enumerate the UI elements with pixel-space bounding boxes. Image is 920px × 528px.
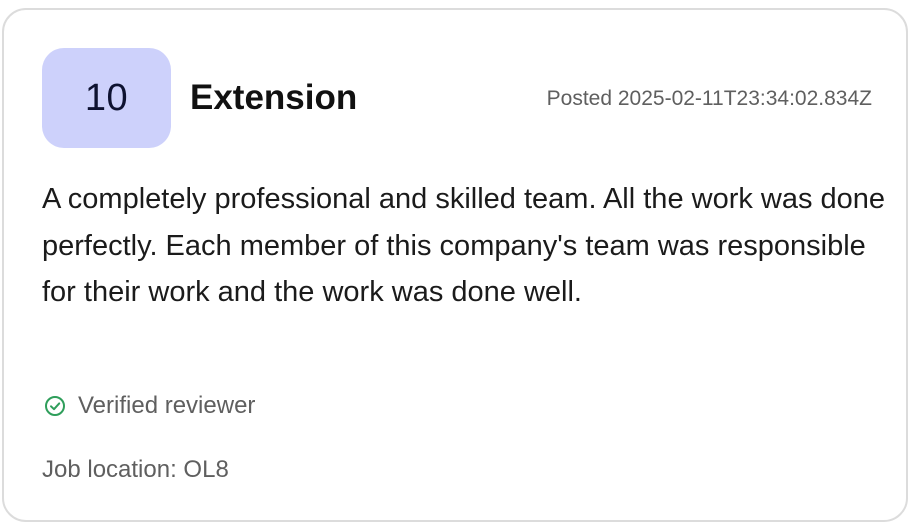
review-card: 10 Extension Posted 2025-02-11T23:34:02.… xyxy=(2,8,908,522)
score-badge: 10 xyxy=(42,48,171,148)
verified-reviewer: Verified reviewer xyxy=(44,390,255,422)
verified-label: Verified reviewer xyxy=(78,392,256,419)
posted-date: Posted 2025-02-11T23:34:02.834Z xyxy=(546,87,872,110)
job-location: Job location: OL8 xyxy=(42,456,229,483)
job-title: Extension xyxy=(190,78,358,117)
score-value: 10 xyxy=(84,76,129,119)
check-circle-icon xyxy=(44,395,66,417)
review-text: A completely professional and skilled te… xyxy=(42,183,886,308)
